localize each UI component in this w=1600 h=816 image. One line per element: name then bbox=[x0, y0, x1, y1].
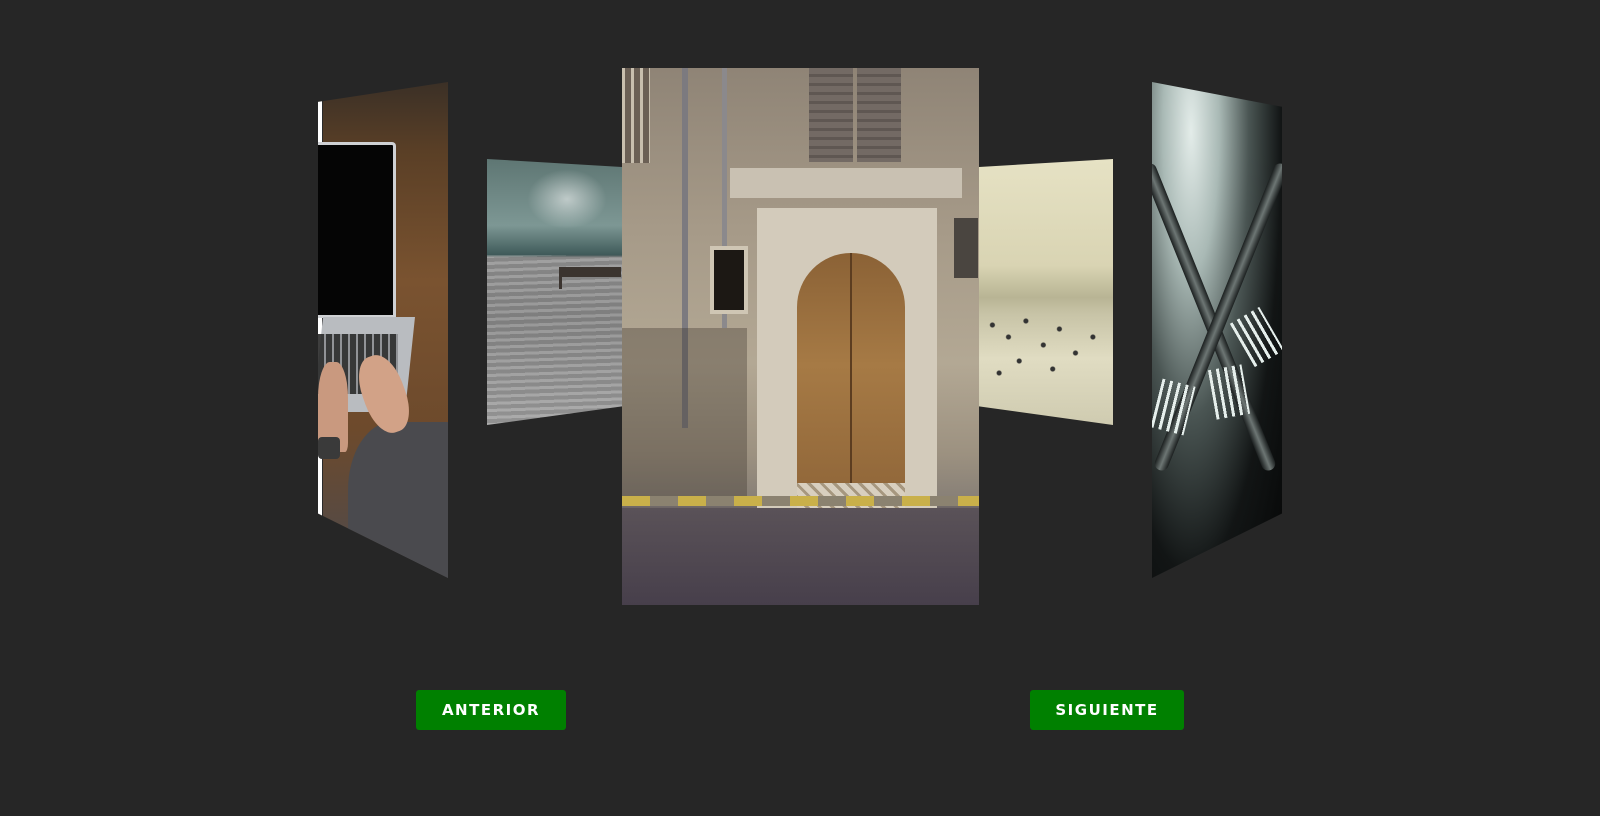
slide-laptop-image[interactable] bbox=[318, 82, 448, 578]
water-glare bbox=[527, 169, 607, 229]
watch bbox=[318, 437, 340, 459]
road bbox=[622, 508, 979, 605]
shutter-right bbox=[857, 68, 901, 162]
beach-people bbox=[979, 309, 1113, 389]
laptop-screen bbox=[318, 142, 396, 318]
bench-leg bbox=[559, 275, 562, 289]
sleeve bbox=[348, 422, 448, 578]
previous-button[interactable]: ANTERIOR bbox=[416, 690, 566, 730]
side-window bbox=[622, 68, 650, 163]
shutter-left bbox=[809, 68, 853, 162]
wall-stain bbox=[622, 328, 747, 498]
pier-planks bbox=[487, 254, 622, 425]
curb bbox=[622, 496, 979, 506]
door-lintel bbox=[730, 168, 962, 198]
fork-tines-2 bbox=[1207, 364, 1251, 420]
slide-pier-image[interactable] bbox=[487, 159, 622, 425]
slide-forks-image[interactable] bbox=[1152, 82, 1282, 578]
wall-sign bbox=[954, 218, 978, 278]
fork-tines-1 bbox=[1152, 378, 1196, 436]
image-carousel bbox=[0, 0, 1600, 640]
next-button[interactable]: SIGUIENTE bbox=[1030, 690, 1184, 730]
bench bbox=[559, 267, 621, 277]
fork-tines-3 bbox=[1229, 306, 1282, 368]
barred-window bbox=[710, 246, 748, 314]
slide-door-image-active[interactable] bbox=[622, 68, 979, 605]
slide-beach-image[interactable] bbox=[979, 159, 1113, 425]
